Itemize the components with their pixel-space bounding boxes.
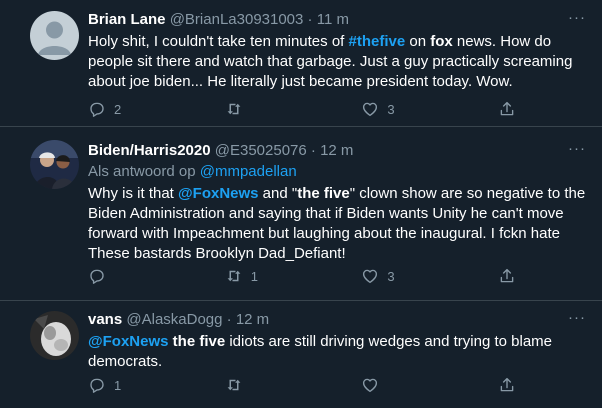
tweet-header: Biden/Harris2020 @E35025076 · 12 m [88, 141, 586, 161]
retweet-button[interactable] [225, 99, 362, 119]
avatar[interactable] [30, 140, 79, 189]
more-options-icon[interactable]: ··· [568, 310, 586, 326]
heart-icon [363, 269, 378, 284]
retweet-button[interactable] [225, 375, 362, 395]
like-button[interactable]: 3 [361, 266, 498, 286]
retweet-icon [227, 103, 241, 115]
like-button[interactable]: 3 [361, 99, 498, 119]
tweet-text: Why is it that @FoxNews and "the five" c… [88, 184, 586, 264]
heart-icon [363, 378, 378, 393]
share-icon [500, 101, 514, 116]
tweet-header: Brian Lane @BrianLa30931003 · 11 m [88, 10, 586, 30]
replying-to-mention[interactable]: @mmpadellan [200, 163, 297, 180]
tweet-text-segment: Holy shit, I couldn't take ten minutes o… [88, 33, 349, 50]
more-options-icon[interactable]: ··· [568, 10, 586, 26]
display-name[interactable]: vans [88, 311, 122, 328]
reply-button[interactable] [88, 266, 225, 286]
user-handle[interactable]: @BrianLa30931003 [170, 11, 304, 28]
display-name[interactable]: Brian Lane [88, 11, 166, 28]
reply-icon [90, 269, 104, 284]
heart-icon [363, 102, 378, 117]
replying-to-label: Als antwoord op [88, 163, 200, 180]
share-icon [500, 377, 514, 392]
share-icon [500, 268, 514, 283]
reply-count: 1 [114, 377, 122, 393]
share-button[interactable] [498, 266, 528, 286]
like-button[interactable] [361, 375, 498, 395]
mention-link[interactable]: @FoxNews [178, 185, 258, 202]
user-handle[interactable]: @E35025076 [215, 142, 307, 159]
reply-icon [90, 378, 104, 393]
user-handle[interactable]: @AlaskaDogg [126, 311, 222, 328]
highlighted-term: fox [430, 33, 453, 50]
tweet[interactable]: Brian Lane @BrianLa30931003 · 11 m ··· H… [0, 0, 602, 127]
more-options-icon[interactable]: ··· [568, 141, 586, 157]
tweet-content: Brian Lane @BrianLa30931003 · 11 m ··· H… [88, 10, 586, 92]
tweet-text-segment: and " [258, 185, 298, 202]
tweet-actions: 1 3 [88, 266, 528, 286]
tweet-feed: Brian Lane @BrianLa30931003 · 11 m ··· H… [0, 0, 602, 408]
reply-button[interactable]: 2 [88, 99, 225, 119]
timestamp[interactable]: 12 m [320, 142, 353, 159]
retweet-icon [227, 270, 241, 282]
tweet-content: vans @AlaskaDogg · 12 m ··· @FoxNews the… [88, 310, 586, 372]
reply-count: 2 [114, 101, 122, 117]
display-name[interactable]: Biden/Harris2020 [88, 142, 211, 159]
highlighted-term: the five [297, 185, 350, 202]
tweet[interactable]: vans @AlaskaDogg · 12 m ··· @FoxNews the… [0, 301, 602, 408]
mention-link[interactable]: @FoxNews [88, 333, 168, 350]
like-count: 3 [387, 268, 395, 284]
replying-to: Als antwoord op @mmpadellan [88, 162, 586, 182]
tweet-content: Biden/Harris2020 @E35025076 · 12 m ··· A… [88, 141, 586, 264]
reply-button[interactable]: 1 [88, 375, 225, 395]
like-count: 3 [387, 101, 395, 117]
tweet-actions: 1 [88, 375, 528, 395]
timestamp[interactable]: 12 m [236, 311, 269, 328]
tweet-text-segment: on [405, 33, 431, 50]
timestamp[interactable]: 11 m [317, 11, 349, 28]
reply-icon [90, 102, 104, 117]
share-button[interactable] [498, 99, 528, 119]
share-button[interactable] [498, 375, 528, 395]
retweet-icon [227, 379, 241, 391]
tweet-text: @FoxNews the five idiots are still drivi… [88, 332, 586, 372]
hashtag-link[interactable]: #thefive [349, 33, 406, 50]
separator-dot: · [226, 311, 232, 328]
separator-dot: · [307, 11, 313, 28]
tweet-text-segment: Why is it that [88, 185, 179, 202]
avatar[interactable] [30, 11, 79, 60]
separator-dot: · [310, 142, 316, 159]
highlighted-term: the five [172, 333, 226, 350]
retweet-button[interactable]: 1 [225, 266, 362, 286]
retweet-count: 1 [250, 268, 258, 284]
tweet[interactable]: Biden/Harris2020 @E35025076 · 12 m ··· A… [0, 127, 602, 301]
tweet-actions: 2 3 [88, 99, 528, 119]
tweet-text: Holy shit, I couldn't take ten minutes o… [88, 32, 586, 92]
avatar[interactable] [30, 311, 79, 360]
tweet-header: vans @AlaskaDogg · 12 m [88, 310, 586, 330]
